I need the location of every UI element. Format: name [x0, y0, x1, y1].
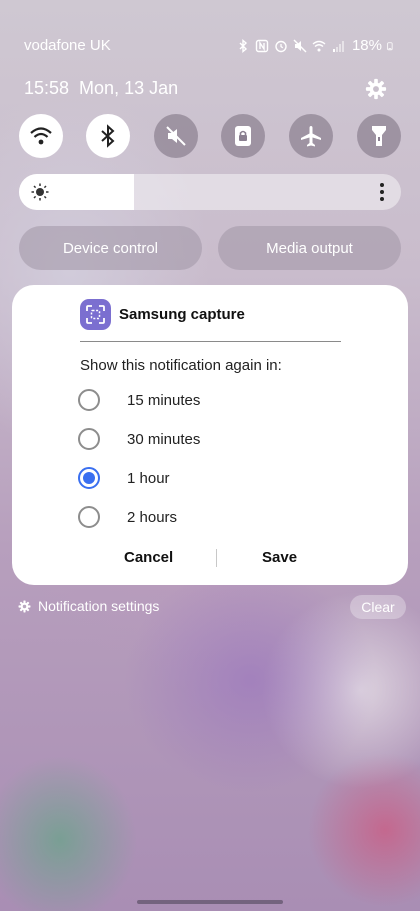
clock-time: 15:58 — [24, 78, 70, 98]
gear-icon[interactable] — [365, 78, 387, 100]
divider — [80, 341, 341, 342]
mute-icon — [293, 39, 307, 52]
battery-percent: 18% — [351, 37, 382, 54]
radio-button[interactable] — [78, 389, 100, 411]
airplane-icon — [301, 126, 321, 147]
flashlight-icon — [372, 126, 386, 146]
snooze-option-label: 2 hours — [127, 508, 178, 526]
sound-toggle[interactable] — [154, 114, 198, 158]
radio-button[interactable] — [78, 428, 100, 450]
bluetooth-toggle[interactable] — [86, 114, 130, 158]
airplane-mode-toggle[interactable] — [289, 114, 333, 158]
notification-settings-label: Notification settings — [38, 598, 160, 614]
bluetooth-icon — [101, 124, 115, 148]
rotation-lock-toggle[interactable] — [221, 114, 265, 158]
carrier-name: vodafone UK — [24, 37, 111, 54]
lock-rotation-icon — [235, 126, 251, 146]
battery-icon — [387, 41, 393, 50]
mute-icon — [166, 126, 186, 146]
signal-icon — [332, 40, 344, 52]
snooze-option-label: 1 hour — [127, 469, 170, 487]
status-icons: 18% — [236, 37, 396, 54]
wifi-icon — [312, 40, 326, 51]
notification-settings-link[interactable]: Notification settings — [18, 598, 159, 614]
wifi-icon — [30, 127, 52, 145]
snooze-option[interactable]: 1 hour — [78, 466, 278, 490]
more-options-icon[interactable] — [379, 182, 385, 202]
alarm-icon — [275, 40, 287, 52]
button-separator — [216, 549, 217, 567]
save-button[interactable]: Save — [262, 549, 297, 566]
nfc-icon — [255, 39, 269, 52]
radio-button[interactable] — [78, 506, 100, 528]
snooze-option-label: 30 minutes — [127, 430, 201, 448]
date-label: Mon, 13 Jan — [79, 78, 179, 98]
snooze-option-label: 15 minutes — [127, 391, 201, 409]
app-name: Samsung capture — [119, 306, 245, 323]
cancel-button[interactable]: Cancel — [124, 549, 173, 566]
wifi-toggle[interactable] — [19, 114, 63, 158]
date-time: 15:58 Mon, 13 Jan — [24, 78, 178, 99]
home-indicator[interactable] — [137, 900, 283, 904]
device-control-button[interactable]: Device control — [19, 226, 202, 270]
screen-capture-icon — [86, 305, 105, 324]
snooze-option[interactable]: 30 minutes — [78, 427, 278, 451]
radio-button-selected[interactable] — [78, 467, 100, 489]
snooze-prompt: Show this notification again in: — [80, 357, 282, 374]
media-output-button[interactable]: Media output — [218, 226, 401, 270]
bluetooth-icon — [239, 38, 248, 53]
snooze-option[interactable]: 2 hours — [78, 505, 278, 529]
notification-card: Samsung capture Show this notification a… — [12, 285, 408, 585]
gear-icon — [18, 600, 31, 612]
samsung-capture-app-icon — [80, 299, 111, 330]
torch-toggle[interactable] — [357, 114, 401, 158]
clear-button[interactable]: Clear — [350, 595, 406, 619]
status-bar: vodafone UK 18% — [24, 37, 396, 57]
snooze-option[interactable]: 15 minutes — [78, 388, 278, 412]
brightness-icon — [31, 183, 49, 201]
brightness-slider[interactable] — [19, 174, 401, 210]
